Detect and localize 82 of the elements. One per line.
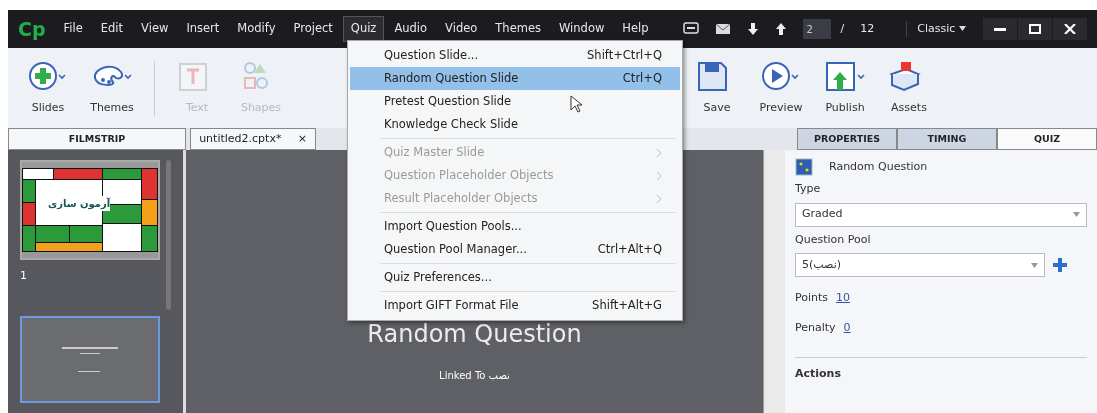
question-pool-dropdown[interactable]: 5(نصب) [795,253,1045,277]
scrollbar[interactable] [763,150,785,413]
menu-option[interactable]: Quiz Preferences... [350,266,680,289]
toolbar-button[interactable]: Save [685,59,749,117]
points-value[interactable]: 10 [836,290,851,307]
menu-item[interactable]: Help [614,16,657,42]
menu-item[interactable]: View [133,16,177,42]
field-label: Penalty [795,319,836,336]
chevron-right-icon [657,194,662,203]
close-icon [1064,24,1076,34]
field-label: Points [795,290,829,306]
cursor-icon [570,95,582,113]
arrow-down-icon[interactable] [746,22,759,36]
panel-tab[interactable]: QUIZ [997,128,1097,150]
menu-option[interactable]: Knowledge Check Slide [350,113,680,136]
menu-item[interactable]: Window [551,16,613,42]
field-label: Question Pool [795,231,872,248]
slide-thumbnail[interactable] [20,316,160,403]
field-label: Type [795,181,822,197]
menu-option[interactable]: Question Pool Manager... Ctrl+Alt+Q [350,238,680,261]
menu-item[interactable]: Modify [229,16,284,42]
menu-item[interactable]: File [55,16,91,42]
toolbar-button[interactable]: Slides [16,59,80,117]
menu-item[interactable]: Insert [178,16,228,42]
menu-option[interactable]: Question Slide... Shift+Ctrl+Q [350,44,680,67]
panel-tab[interactable]: TIMING [897,128,997,150]
caret-icon [1073,212,1080,217]
chevron-right-icon [657,148,662,157]
workspace-dropdown[interactable]: Classic [906,20,966,38]
toolbar-button[interactable]: Publish [813,59,877,117]
window-close-button[interactable] [1053,18,1087,40]
menu-option[interactable]: Import GIFT Format File Shift+Alt+G [350,294,680,317]
tab-label: untitled2.cptx* [199,130,282,147]
maximize-icon [1029,24,1041,34]
toolbar-button[interactable]: Themes [80,59,144,117]
app-logo: Cp [18,16,46,42]
close-icon[interactable]: × [297,130,307,148]
linked-label: Linked To نصب [439,369,510,383]
mail-icon[interactable] [714,23,731,35]
caret-icon [958,26,966,32]
slide-number: 1 [20,268,28,284]
menu-item[interactable]: Edit [92,16,132,42]
filmstrip-header: FILMSTRIP [8,128,186,150]
window-maximize-button[interactable] [1018,18,1052,40]
menu-item[interactable]: Project [285,16,341,42]
arrow-up-icon[interactable] [774,22,787,36]
slides-icon [27,59,69,92]
preview-icon [760,59,802,92]
random-question-icon [795,158,813,176]
shortcut-label: Ctrl+Q [622,69,662,87]
menu-item[interactable]: Quiz [342,16,385,42]
section-title: Actions [795,357,1087,383]
slide-preview-drawing [62,347,118,372]
caret-icon [1031,262,1038,268]
shortcut-label: Ctrl+Alt+Q [597,240,662,258]
publish-icon [824,59,866,92]
page-field[interactable]: 2 [802,19,831,39]
penalty-value[interactable]: 0 [843,319,851,336]
comment-icon[interactable] [682,22,699,36]
menu-item[interactable]: Video [437,16,486,42]
scrollbar[interactable] [166,160,171,310]
menu-option[interactable]: Pretest Question Slide [350,90,680,113]
add-icon[interactable] [1053,258,1067,272]
panel-tab[interactable]: PROPERTIES [797,128,897,150]
window-minimize-button[interactable] [983,18,1017,40]
type-dropdown[interactable]: Graded [795,202,1087,227]
slide-caption: آزمون سازی [48,196,111,211]
slide-title: Random Question [367,319,582,350]
menu-option[interactable]: Import Question Pools... [350,215,680,238]
panel-title: Random Question [829,158,928,175]
chevron-right-icon [657,171,662,180]
toolbar-button[interactable]: Preview [749,59,813,117]
toolbar-button[interactable]: Assets [877,59,941,117]
minimize-icon [994,27,1006,31]
document-tab[interactable]: untitled2.cptx* × [190,128,316,150]
shortcut-label: Shift+Ctrl+Q [587,46,662,64]
menu-item[interactable]: Audio [386,16,436,42]
slide-thumbnail[interactable]: آزمون سازی [20,160,160,260]
menu-item[interactable]: Themes [487,16,549,42]
page-total: 12 [860,20,875,37]
page-separator: / [840,20,845,37]
shortcut-label: Shift+Alt+G [592,296,662,314]
